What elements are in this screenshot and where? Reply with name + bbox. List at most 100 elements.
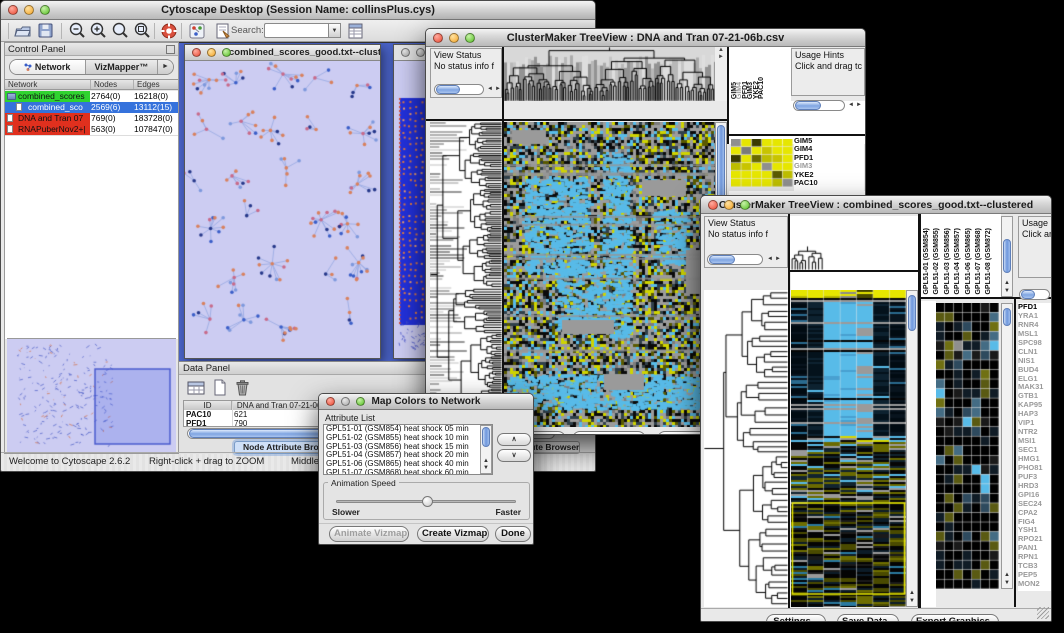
more-tabs-button[interactable]: ► [158, 60, 173, 74]
scrollbar-thumb[interactable] [908, 295, 916, 331]
view-status-hscrollbar[interactable] [707, 254, 763, 265]
zoom-button[interactable] [222, 48, 231, 57]
move-attribute-up-button[interactable]: ∧ [497, 433, 531, 446]
zoom-button[interactable] [740, 200, 750, 210]
close-button[interactable] [433, 33, 443, 43]
network-view-canvas[interactable] [185, 61, 380, 358]
heatmap-canvas[interactable] [791, 290, 906, 607]
network-tree-row[interactable]: RNAPuberNov2+|563(0)107847(0) [5, 124, 178, 135]
row-dendrogram-canvas[interactable] [430, 122, 502, 427]
network-tree-row[interactable]: combined_sco2569(6)13112(15) [5, 102, 178, 113]
create-vizmap-button[interactable]: Create Vizmap [417, 526, 489, 542]
open-session-icon[interactable] [13, 21, 33, 41]
panel-divider[interactable] [729, 134, 866, 136]
attribute-select-icon[interactable] [187, 379, 206, 397]
minimize-button[interactable] [24, 5, 34, 15]
heatmap-vscrollbar[interactable]: ▲ ▼ [906, 290, 918, 607]
done-button[interactable]: Done [495, 526, 531, 542]
scrollbar-arrows[interactable]: ◄► [848, 100, 864, 111]
usage-hints-hscrollbar[interactable] [1019, 289, 1050, 300]
close-button[interactable] [401, 48, 410, 57]
minimize-button[interactable] [207, 48, 216, 57]
move-attribute-down-button[interactable]: ∨ [497, 449, 531, 462]
help-lifebuoy-icon[interactable] [159, 21, 179, 41]
dialog-titlebar[interactable]: Map Colors to Network [319, 394, 533, 410]
panel-divider[interactable] [788, 214, 790, 609]
usage-hints-hscrollbar[interactable] [793, 100, 845, 111]
window-title: ClusterMaker TreeView : combined_scores_… [719, 199, 1033, 211]
float-panel-icon[interactable] [166, 45, 175, 54]
network-tree-row[interactable]: combined_scores2764(0)16218(0) [5, 91, 178, 102]
attribute-list-item[interactable]: GPL51-03 (GSM856) heat shock 15 min [324, 443, 492, 452]
treeview1-titlebar[interactable]: ClusterMaker TreeView : DNA and Tran 07-… [426, 29, 865, 47]
new-attribute-icon[interactable] [210, 379, 229, 397]
close-button[interactable] [8, 5, 18, 15]
close-button[interactable] [192, 48, 201, 57]
attribute-browser-icon[interactable] [346, 21, 366, 41]
search-input[interactable] [264, 23, 328, 38]
scrollbar-thumb[interactable] [482, 427, 490, 447]
column-dendrogram-canvas[interactable] [790, 216, 906, 270]
slider-thumb[interactable] [422, 496, 433, 507]
minimize-button[interactable] [449, 33, 459, 43]
animate-vizmap-button[interactable]: Animate Vizmap [329, 526, 409, 542]
settings-button[interactable]: Settings... [766, 614, 826, 622]
scrollbar-arrows[interactable]: ◄► [487, 84, 503, 95]
network-overview-icon[interactable] [187, 21, 207, 41]
save-session-icon[interactable] [36, 21, 56, 41]
export-graphics-button[interactable]: Export Graphics... [572, 431, 646, 435]
close-button[interactable] [326, 397, 335, 406]
zoom-button[interactable] [465, 33, 475, 43]
list-vscrollbar[interactable]: ▲ ▼ [480, 425, 492, 474]
column-labels-vscrollbar[interactable]: ▲ ▼ [1001, 216, 1013, 297]
network-frame-combined-scores[interactable]: combined_scores_good.txt--cluste... [184, 44, 381, 359]
tab-network[interactable]: Network [10, 60, 86, 74]
zoom-fit-icon[interactable] [111, 21, 131, 41]
column-label: GPL51-01 (GSM854) [923, 228, 930, 295]
attribute-list-item[interactable]: GPL51-02 (GSM855) heat shock 10 min [324, 434, 492, 443]
attribute-list-item[interactable]: GPL51-06 (GSM865) heat shock 40 min [324, 460, 492, 469]
search-dropdown-button[interactable]: ▼ [328, 23, 341, 38]
summary-vscrollbar[interactable]: ▲ ▼ [1001, 303, 1013, 589]
minimize-button[interactable] [724, 200, 734, 210]
column-dendrogram-canvas[interactable] [504, 47, 715, 101]
panel-divider[interactable] [1014, 299, 1016, 607]
annotation-icon[interactable] [213, 21, 233, 41]
attribute-listbox[interactable]: GPL51-01 (GSM854) heat shock 05 minGPL51… [323, 424, 493, 475]
minimize-button[interactable] [341, 397, 350, 406]
zoom-button[interactable] [40, 5, 50, 15]
resize-grip[interactable] [1037, 607, 1049, 619]
export-graphics-button[interactable]: Export Graphics... [911, 614, 999, 622]
tab-vizmapper[interactable]: VizMapper™ [86, 60, 158, 74]
down-arrow-icon: ▼ [1002, 580, 1012, 587]
heatmap-canvas[interactable] [504, 122, 715, 427]
zoom-in-icon[interactable] [89, 21, 109, 41]
summary-heatmap-canvas[interactable] [731, 139, 793, 187]
scrollbar-thumb[interactable] [1003, 308, 1011, 326]
save-data-button[interactable]: Save Data... [837, 614, 899, 622]
zoom-out-icon[interactable] [68, 21, 88, 41]
column-label: PAC10 [758, 77, 765, 99]
close-button[interactable] [708, 200, 718, 210]
scrollbar-arrows[interactable]: ◄► [767, 254, 783, 265]
view-status-hscrollbar[interactable] [434, 84, 484, 95]
frame-titlebar[interactable]: combined_scores_good.txt--cluste... [185, 45, 380, 61]
animation-speed-slider[interactable] [336, 500, 516, 503]
zoom-selected-icon[interactable] [133, 21, 153, 41]
summary-heatmap-canvas[interactable] [936, 303, 999, 589]
scrollbar-thumb[interactable] [1003, 239, 1011, 273]
birdseye-view-canvas[interactable] [7, 338, 176, 452]
delete-attribute-trash-icon[interactable] [233, 379, 252, 397]
main-titlebar[interactable]: Cytoscape Desktop (Session Name: collins… [1, 1, 595, 20]
treeview2-titlebar[interactable]: ClusterMaker TreeView : combined_scores_… [701, 196, 1051, 214]
zoom-button[interactable] [356, 397, 365, 406]
row-label: VIP1 [1018, 419, 1052, 428]
row-dendrogram-canvas[interactable] [704, 290, 788, 607]
minimize-button[interactable] [416, 48, 425, 57]
attribute-list-item[interactable]: GPL51-01 (GSM854) heat shock 05 min [324, 425, 492, 434]
attribute-list-item[interactable]: GPL51-07 (GSM868) heat shock 60 min [324, 469, 492, 475]
attribute-list-item[interactable]: GPL51-04 (GSM857) heat shock 20 min [324, 451, 492, 460]
panel-divider[interactable] [426, 119, 727, 121]
network-tree-row[interactable]: DNA and Tran 07769(0)183728(0) [5, 113, 178, 124]
toolbar-separator [181, 23, 182, 39]
